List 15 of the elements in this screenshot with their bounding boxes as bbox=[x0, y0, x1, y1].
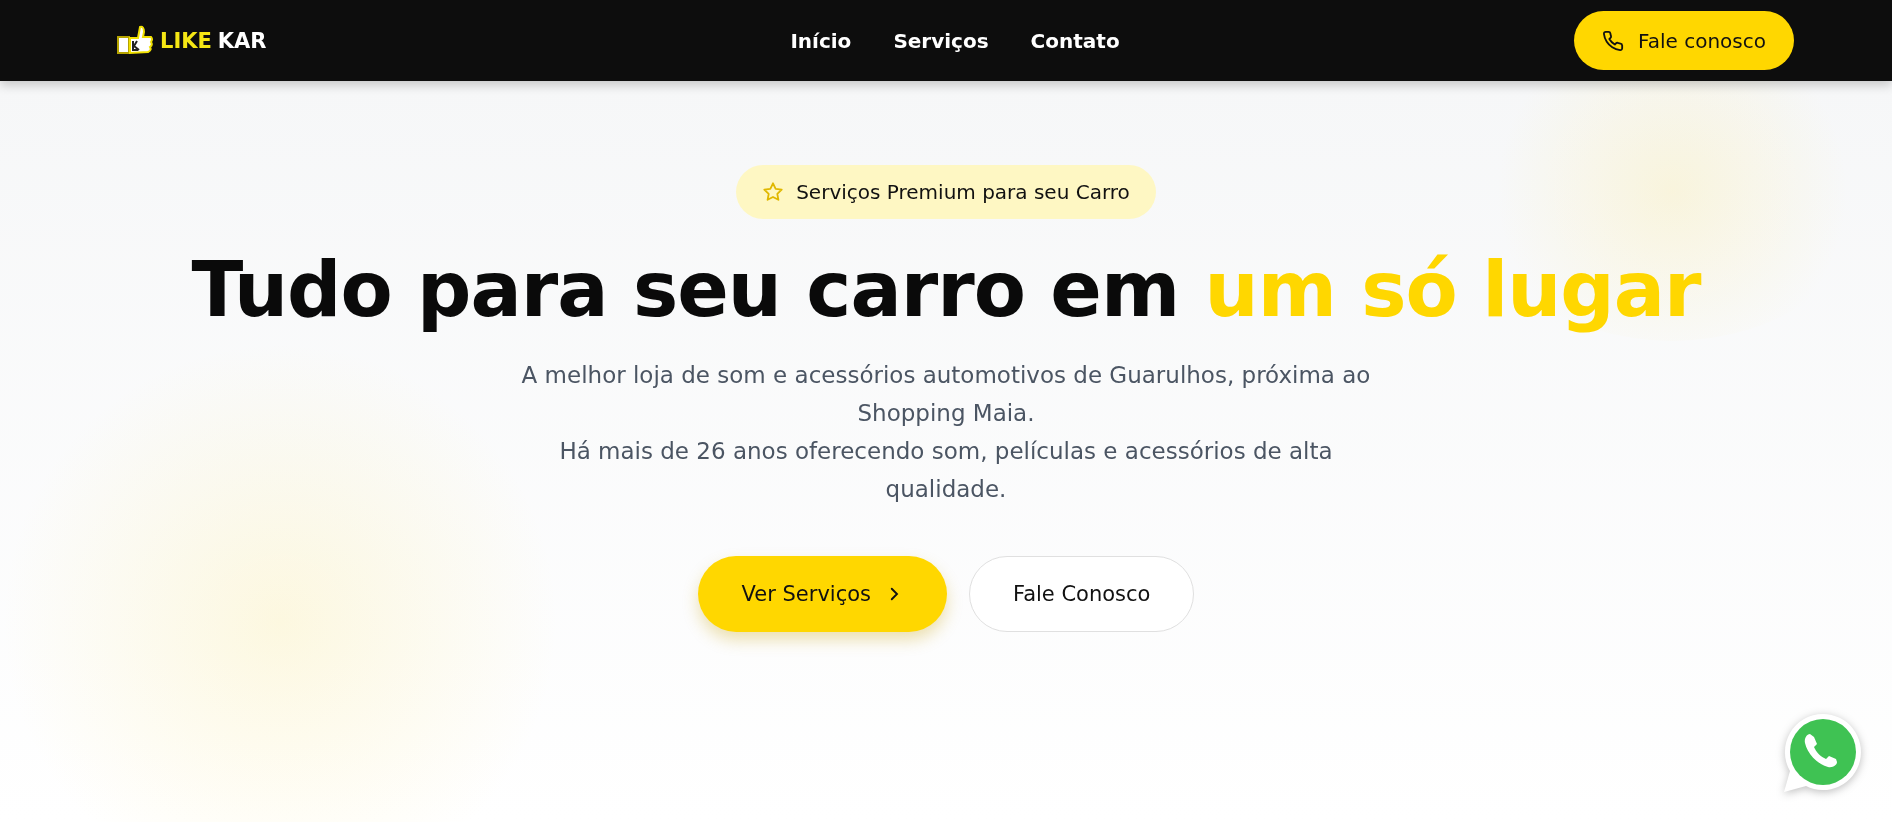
description-text: A melhor loja de som e acessórios automotivos de Guarulhos, próxima ao Shopping Maia. bbox=[520, 361, 1372, 428]
phone-icon bbox=[1602, 29, 1625, 52]
nav-link[interactable]: Contato bbox=[1030, 28, 1120, 53]
contact-button[interactable]: Fale Conosco bbox=[969, 556, 1195, 632]
services-button[interactable]: Ver Serviços bbox=[697, 556, 947, 632]
nav-link[interactable]: Serviços bbox=[893, 28, 989, 53]
logo-text[interactable]: KAR bbox=[217, 28, 267, 53]
thumbs-up-logo-icon bbox=[116, 24, 154, 57]
contact-button[interactable]: Fale conosco bbox=[1574, 11, 1794, 70]
logo-text[interactable]: LIKE bbox=[160, 28, 212, 53]
star-icon bbox=[762, 181, 785, 203]
nav-link[interactable]: Início bbox=[790, 28, 852, 53]
description-text: Há mais de 26 anos oferecendo som, películas e acessórios de alta qualidade. bbox=[558, 437, 1334, 504]
badge-text: Serviços Premium para seu Carro bbox=[796, 180, 1130, 204]
headline: Tudo para seu carro em um só lugar bbox=[191, 245, 1701, 334]
